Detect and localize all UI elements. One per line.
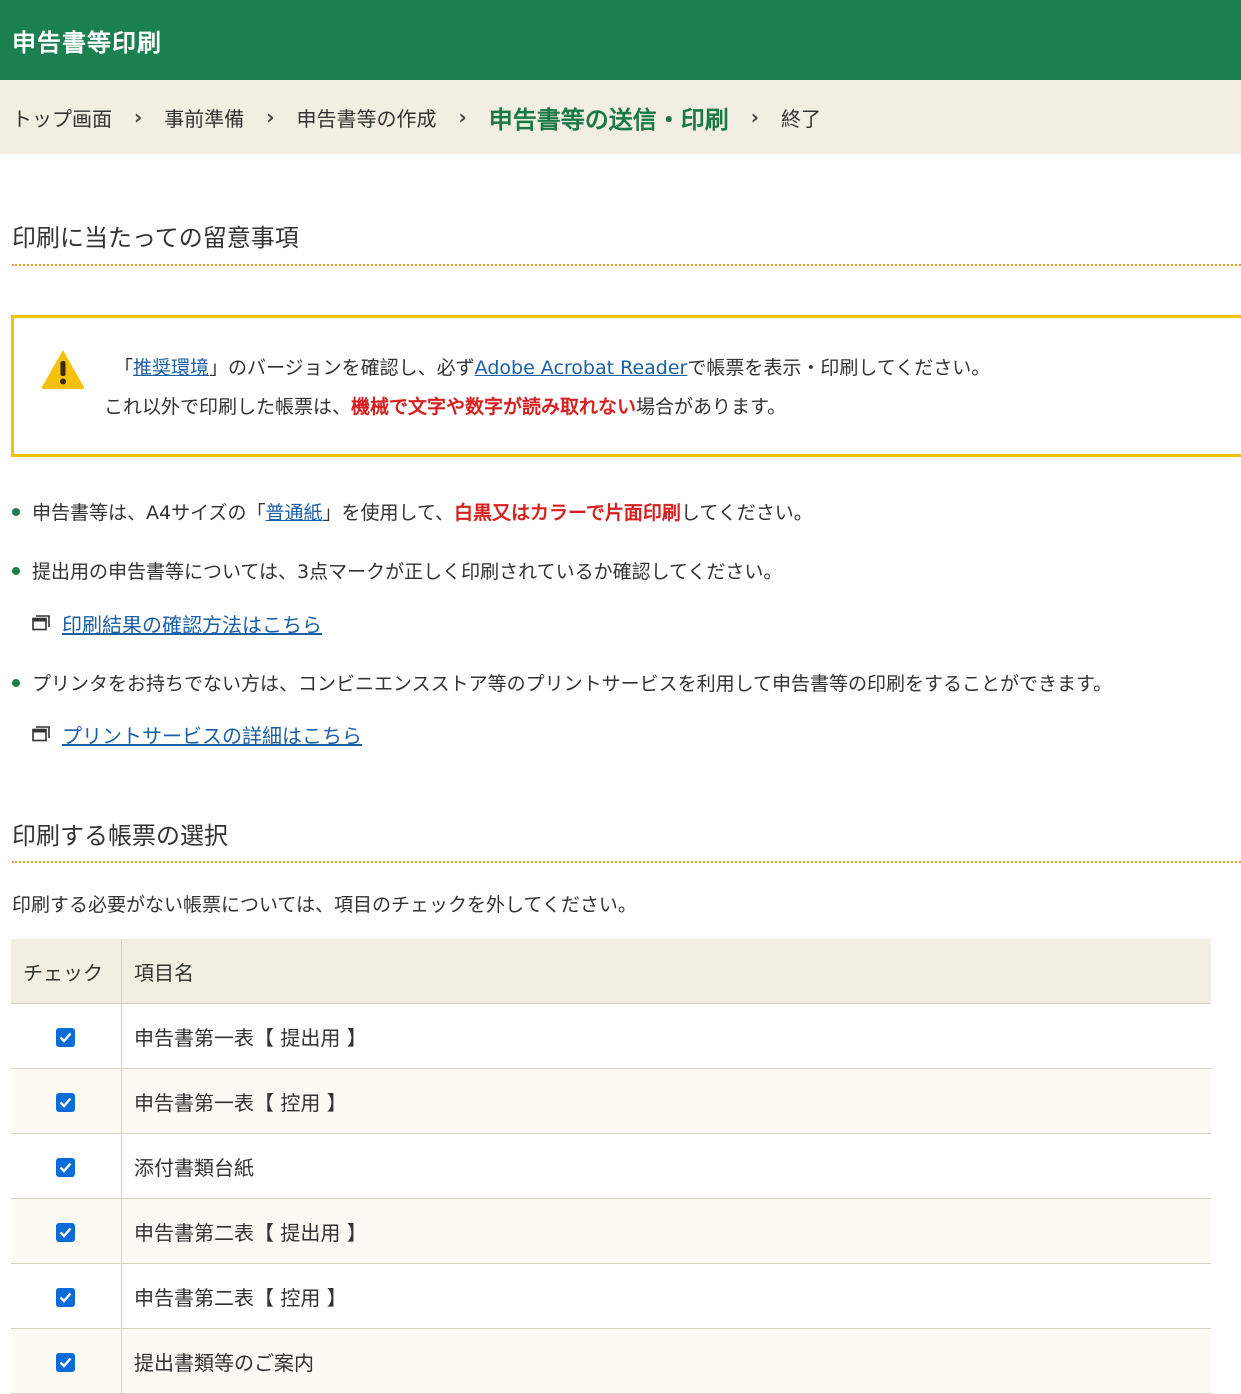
bullet-three-point-mark: 提出用の申告書等については、3点マークが正しく印刷されているか確認してください。 <box>12 557 782 584</box>
table-row: 申告書第一表【 提出用 】 <box>11 1003 1211 1069</box>
bullet-text: 申告書等は、A4サイズの「 <box>32 502 266 524</box>
print-check-link-row: 印刷結果の確認方法はこちら <box>32 609 322 638</box>
plain-paper-link[interactable]: 普通紙 <box>266 498 323 525</box>
bullet-paper: 申告書等は、A4サイズの「 普通紙 」を使用して、 白黒又はカラーで片面印刷 してくださ… <box>12 498 813 525</box>
recommended-env-link[interactable]: 推奨環境 <box>133 357 209 379</box>
notes-section-title: 印刷に当たっての留意事項 <box>12 224 299 252</box>
chevron-right-icon: › <box>266 105 275 129</box>
checkmark-icon <box>59 1097 72 1108</box>
row-item-name: 申告書第一表【 控用 】 <box>121 1068 1211 1134</box>
bullet-text: 提出用の申告書等については、3点マークが正しく印刷されているか確認してください。 <box>32 561 783 583</box>
table-row: 提出書類等のご案内 <box>11 1328 1211 1394</box>
notice-text: 「 <box>114 357 134 379</box>
page-header: 申告書等印刷 <box>0 0 1241 80</box>
bullet-print-service: プリンタをお持ちでない方は、コンビニエンスストア等のプリントサービスを利用して申… <box>12 669 1112 696</box>
row-check-cell <box>11 1003 122 1069</box>
notice-text: で帳票を表示・印刷してください。 <box>687 357 991 379</box>
checkmark-icon <box>59 1227 72 1238</box>
notice-line-1: 「推奨環境」のバージョンを確認し、必ずAdobe Acrobat Readerで… <box>114 353 990 380</box>
checkmark-icon <box>59 1292 72 1303</box>
notice-text: 場合があります。 <box>636 396 787 418</box>
notice-text: これ以外で印刷した帳票は、 <box>104 396 352 418</box>
notice-line-2: これ以外で印刷した帳票は、機械で文字や数字が読み取れない場合があります。 <box>104 392 786 419</box>
chevron-right-icon: › <box>134 105 143 129</box>
checkbox[interactable] <box>56 1028 75 1047</box>
form-selection-table: チェック 項目名 申告書第一表【 提出用 】 申告書第一表【 控用 】 添付書類… <box>11 939 1211 1394</box>
notice-emphasis: 機械で文字や数字が読み取れない <box>351 396 637 418</box>
bullet-dot-icon <box>12 507 20 516</box>
chevron-right-icon: › <box>750 105 759 129</box>
row-check-cell <box>11 1133 122 1199</box>
new-window-icon <box>32 723 50 747</box>
column-header-item: 項目名 <box>121 939 1211 1004</box>
section-divider <box>12 861 1241 863</box>
row-item-name: 添付書類台紙 <box>121 1133 1211 1199</box>
page-title: 申告書等印刷 <box>12 28 162 57</box>
bullet-text: してください。 <box>680 502 813 524</box>
row-check-cell <box>11 1263 122 1329</box>
column-header-check: チェック <box>11 939 122 1004</box>
row-check-cell <box>11 1328 122 1394</box>
table-row: 申告書第二表【 控用 】 <box>11 1263 1211 1329</box>
checkbox[interactable] <box>56 1353 75 1372</box>
breadcrumb-item-preparation: 事前準備 <box>164 106 245 131</box>
checkbox[interactable] <box>56 1223 75 1242</box>
section-divider <box>12 264 1241 266</box>
row-item-name: 提出書類等のご案内 <box>121 1328 1211 1394</box>
breadcrumb-item-finish: 終了 <box>781 106 821 131</box>
breadcrumb: トップ画面 › 事前準備 › 申告書等の作成 › 申告書等の送信・印刷 › 終了 <box>0 80 1241 154</box>
checkmark-icon <box>59 1162 72 1173</box>
bullet-dot-icon <box>12 566 20 575</box>
table-header-row: チェック 項目名 <box>11 939 1211 1004</box>
print-service-link[interactable]: プリントサービスの詳細はこちら <box>62 720 362 749</box>
bullet-emphasis: 白黒又はカラーで片面印刷 <box>454 502 681 524</box>
select-section-title: 印刷する帳票の選択 <box>12 822 228 850</box>
breadcrumb-item-current: 申告書等の送信・印刷 <box>488 105 729 134</box>
table-row: 添付書類台紙 <box>11 1133 1211 1199</box>
print-service-link-row: プリントサービスの詳細はこちら <box>32 720 362 749</box>
new-window-icon <box>32 612 50 636</box>
row-item-name: 申告書第二表【 提出用 】 <box>121 1198 1211 1264</box>
warning-icon <box>40 348 86 394</box>
bullet-text: 」を使用して、 <box>322 502 455 524</box>
breadcrumb-item-creation: 申告書等の作成 <box>296 106 437 131</box>
checkmark-icon <box>59 1032 72 1043</box>
checkbox[interactable] <box>56 1093 75 1112</box>
bullet-dot-icon <box>12 678 20 687</box>
print-check-link[interactable]: 印刷結果の確認方法はこちら <box>62 609 322 638</box>
notice-text: 」のバージョンを確認し、必ず <box>209 357 475 379</box>
bullet-text: プリンタをお持ちでない方は、コンビニエンスストア等のプリントサービスを利用して申… <box>32 673 1113 695</box>
row-item-name: 申告書第一表【 提出用 】 <box>121 1003 1211 1069</box>
acrobat-reader-link[interactable]: Adobe Acrobat Reader <box>475 357 688 379</box>
row-check-cell <box>11 1198 122 1264</box>
checkbox[interactable] <box>56 1288 75 1307</box>
table-row: 申告書第一表【 控用 】 <box>11 1068 1211 1134</box>
row-check-cell <box>11 1068 122 1134</box>
row-item-name: 申告書第二表【 控用 】 <box>121 1263 1211 1329</box>
warning-notice: 「推奨環境」のバージョンを確認し、必ずAdobe Acrobat Readerで… <box>11 315 1241 457</box>
select-instructions: 印刷する必要がない帳票については、項目のチェックを外してください。 <box>12 894 637 916</box>
checkmark-icon <box>59 1357 72 1368</box>
checkbox[interactable] <box>56 1158 75 1177</box>
breadcrumb-item-top: トップ画面 <box>12 106 112 131</box>
chevron-right-icon: › <box>458 105 467 129</box>
table-row: 申告書第二表【 提出用 】 <box>11 1198 1211 1264</box>
